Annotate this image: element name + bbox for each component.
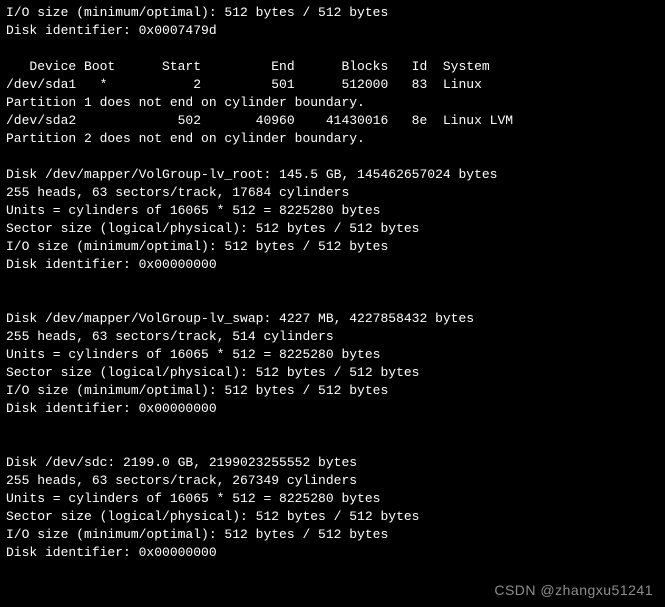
disk-lvswap-geom: 255 heads, 63 sectors/track, 514 cylinde… <box>6 329 334 344</box>
partition-header: Device Boot Start End Blocks Id System <box>6 59 490 74</box>
disk-lvroot-id: Disk identifier: 0x00000000 <box>6 257 217 272</box>
disk-sdc-io: I/O size (minimum/optimal): 512 bytes / … <box>6 527 388 542</box>
disk-sdc-geom: 255 heads, 63 sectors/track, 267349 cyli… <box>6 473 357 488</box>
partition-row-sda2: /dev/sda2 502 40960 41430016 8e Linux LV… <box>6 113 513 128</box>
disk-sdc-title: Disk /dev/sdc: 2199.0 GB, 2199023255552 … <box>6 455 357 470</box>
disk-sdc-id: Disk identifier: 0x00000000 <box>6 545 217 560</box>
partition-row-sda1: /dev/sda1 * 2 501 512000 83 Linux <box>6 77 482 92</box>
disk-lvroot-sector: Sector size (logical/physical): 512 byte… <box>6 221 419 236</box>
partition-warning-1: Partition 1 does not end on cylinder bou… <box>6 95 365 110</box>
disk-lvroot-io: I/O size (minimum/optimal): 512 bytes / … <box>6 239 388 254</box>
disk-lvswap-id: Disk identifier: 0x00000000 <box>6 401 217 416</box>
disk-lvroot-geom: 255 heads, 63 sectors/track, 17684 cylin… <box>6 185 349 200</box>
disk-sdc-sector: Sector size (logical/physical): 512 byte… <box>6 509 419 524</box>
disk-lvswap-title: Disk /dev/mapper/VolGroup-lv_swap: 4227 … <box>6 311 474 326</box>
disk-id-line: Disk identifier: 0x0007479d <box>6 23 217 38</box>
disk-lvroot-units: Units = cylinders of 16065 * 512 = 82252… <box>6 203 380 218</box>
disk-lvswap-units: Units = cylinders of 16065 * 512 = 82252… <box>6 347 380 362</box>
disk-lvswap-sector: Sector size (logical/physical): 512 byte… <box>6 365 419 380</box>
partition-warning-2: Partition 2 does not end on cylinder bou… <box>6 131 365 146</box>
watermark-text: CSDN @zhangxu51241 <box>494 581 653 599</box>
disk-lvroot-title: Disk /dev/mapper/VolGroup-lv_root: 145.5… <box>6 167 497 182</box>
disk-lvswap-io: I/O size (minimum/optimal): 512 bytes / … <box>6 383 388 398</box>
io-size-line: I/O size (minimum/optimal): 512 bytes / … <box>6 5 388 20</box>
disk-sdc-units: Units = cylinders of 16065 * 512 = 82252… <box>6 491 380 506</box>
terminal-output: I/O size (minimum/optimal): 512 bytes / … <box>0 0 665 566</box>
